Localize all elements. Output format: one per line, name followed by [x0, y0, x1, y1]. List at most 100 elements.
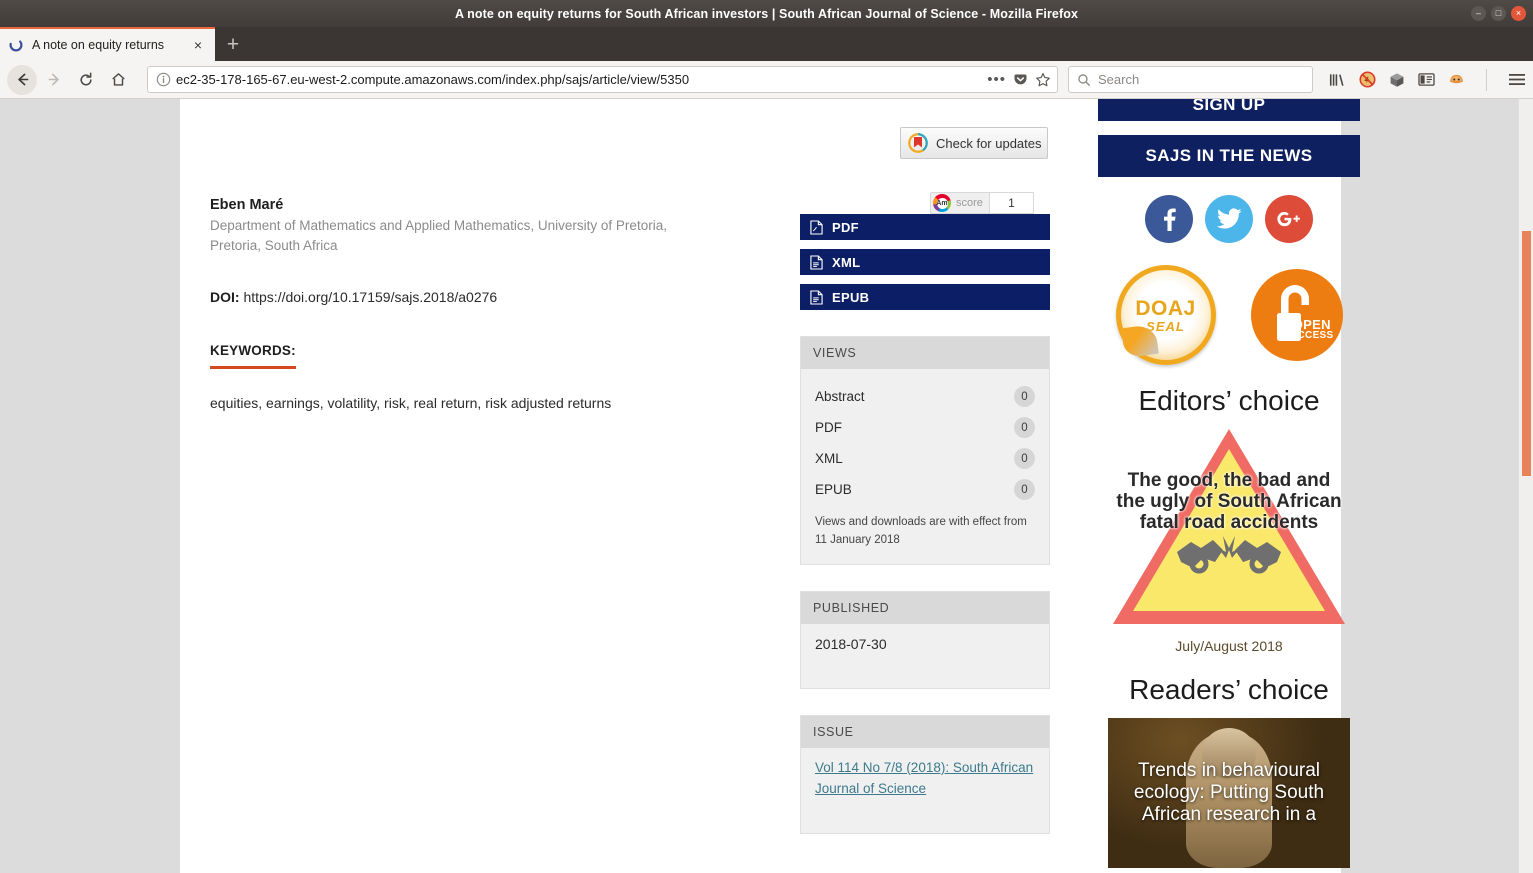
views-panel: VIEWS Abstract 0 PDF 0 XML — [800, 336, 1050, 565]
download-xml-label: XML — [832, 255, 860, 270]
article-side-column: Check for updates Am score 1 — [800, 99, 1050, 868]
issue-panel-heading: ISSUE — [801, 716, 1049, 748]
keywords-list: equities, earnings, volatility, risk, re… — [210, 395, 790, 411]
promo-sidebar: SIGN UP SAJS IN THE NEWS — [1098, 99, 1360, 868]
home-icon[interactable] — [103, 65, 133, 95]
window-titlebar: A note on equity returns for South Afric… — [0, 0, 1533, 27]
window-controls: – □ × — [1471, 0, 1526, 27]
editors-choice-title: Editors’ choice — [1098, 385, 1360, 417]
issue-panel: ISSUE Vol 114 No 7/8 (2018): South Afric… — [800, 715, 1050, 835]
article-main-column: Eben Maré Department of Mathematics and … — [210, 99, 790, 868]
search-input-placeholder: Search — [1098, 72, 1139, 87]
accreditation-badges: DOAJ SEAL OPEN ACCESS — [1098, 265, 1360, 365]
tab-close-icon[interactable]: × — [189, 36, 207, 54]
social-links — [1098, 195, 1360, 243]
window-title: A note on equity returns for South Afric… — [455, 7, 1078, 21]
altmetric-count: 1 — [990, 192, 1034, 214]
loading-spinner-icon — [8, 37, 24, 53]
scrollbar-thumb[interactable] — [1522, 231, 1531, 476]
page-viewport: Eben Maré Department of Mathematics and … — [0, 99, 1533, 873]
author-affiliation: Department of Mathematics and Applied Ma… — [210, 216, 670, 257]
browser-tab-active[interactable]: A note on equity returns × — [0, 27, 215, 61]
page-content: Eben Maré Department of Mathematics and … — [0, 99, 1518, 873]
download-xml-button[interactable]: XML — [800, 249, 1050, 275]
views-row-xml: XML 0 — [815, 443, 1035, 474]
doaj-seal-badge[interactable]: DOAJ SEAL — [1116, 265, 1216, 365]
doaj-seal-label: SEAL — [1146, 319, 1185, 334]
readers-choice-cover[interactable]: Trends in behavioural ecology: Putting S… — [1108, 718, 1350, 868]
views-row-abstract: Abstract 0 — [815, 381, 1035, 412]
sajs-in-the-news-button[interactable]: SAJS IN THE NEWS — [1098, 135, 1360, 177]
pdf-file-icon — [810, 220, 823, 235]
library-icon[interactable] — [1329, 72, 1346, 88]
views-row-label: EPUB — [815, 482, 852, 497]
author-name: Eben Maré — [210, 197, 790, 213]
pocket-icon[interactable] — [1013, 72, 1028, 87]
hamburger-menu-icon[interactable] — [1508, 72, 1526, 87]
editors-choice-cover[interactable]: The good, the bad and the ugly of South … — [1113, 429, 1345, 624]
xml-file-icon — [810, 255, 823, 270]
page-scrollbar[interactable] — [1518, 99, 1533, 873]
views-row-label: PDF — [815, 420, 842, 435]
download-epub-button[interactable]: EPUB — [800, 284, 1050, 310]
published-panel-heading: PUBLISHED — [801, 592, 1049, 624]
views-row-epub: EPUB 0 — [815, 474, 1035, 505]
doi-value[interactable]: https://doi.org/10.17159/sajs.2018/a0276 — [243, 289, 497, 305]
epub-file-icon — [810, 290, 823, 305]
open-access-badge[interactable]: OPEN ACCESS — [1251, 269, 1343, 361]
foxy-addon-icon[interactable] — [1448, 72, 1465, 87]
address-bar[interactable]: ec2-35-178-165-67.eu-west-2.compute.amaz… — [147, 66, 1058, 93]
container-cube-icon[interactable] — [1389, 72, 1405, 88]
close-button[interactable]: × — [1511, 6, 1526, 21]
forward-arrow-icon[interactable] — [39, 65, 69, 95]
bookmark-star-icon[interactable] — [1035, 72, 1051, 88]
doi-row: DOI: https://doi.org/10.17159/sajs.2018/… — [210, 289, 790, 305]
views-note: Views and downloads are with effect from… — [815, 514, 1035, 550]
check-for-updates-label: Check for updates — [936, 136, 1042, 151]
address-bar-actions: ••• — [981, 72, 1051, 88]
google-plus-icon[interactable] — [1265, 195, 1313, 243]
published-date: 2018-07-30 — [815, 630, 1035, 674]
views-panel-heading: VIEWS — [801, 337, 1049, 369]
sign-up-button[interactable]: SIGN UP — [1098, 99, 1360, 121]
crossmark-icon — [908, 133, 928, 153]
doi-label: DOI: — [210, 289, 240, 305]
views-row-count: 0 — [1014, 417, 1035, 438]
site-info-icon[interactable] — [154, 71, 172, 89]
download-pdf-label: PDF — [832, 220, 859, 235]
tab-strip: A note on equity returns × + — [0, 27, 1533, 61]
views-row-label: XML — [815, 451, 843, 466]
toolbar-icon-group — [1329, 69, 1526, 91]
twitter-icon[interactable] — [1205, 195, 1253, 243]
toolbar-separator — [1486, 69, 1487, 91]
editors-choice-cover-text: The good, the bad and the ugly of South … — [1113, 471, 1345, 534]
doaj-label: DOAJ — [1135, 297, 1195, 321]
views-row-label: Abstract — [815, 389, 865, 404]
views-row-pdf: PDF 0 — [815, 412, 1035, 443]
search-bar[interactable]: Search — [1068, 66, 1313, 93]
check-for-updates-button[interactable]: Check for updates — [900, 127, 1048, 159]
maximize-button[interactable]: □ — [1491, 6, 1506, 21]
altmetric-donut-icon: Am score — [930, 192, 990, 214]
altmetric-badge-text: Am — [936, 200, 947, 207]
article-container: Eben Maré Department of Mathematics and … — [180, 99, 1341, 873]
reload-icon[interactable] — [71, 65, 101, 95]
tab-title: A note on equity returns — [32, 38, 189, 52]
views-row-count: 0 — [1014, 479, 1035, 500]
no-script-icon[interactable] — [1359, 71, 1376, 88]
url-text: ec2-35-178-165-67.eu-west-2.compute.amaz… — [176, 72, 981, 87]
download-pdf-button[interactable]: PDF — [800, 214, 1050, 240]
minimize-button[interactable]: – — [1471, 6, 1486, 21]
sidebar-icon[interactable] — [1418, 72, 1435, 87]
page-actions-ellipsis-icon[interactable]: ••• — [987, 75, 1006, 85]
search-icon — [1077, 73, 1091, 87]
download-epub-label: EPUB — [832, 290, 869, 305]
facebook-icon[interactable] — [1145, 195, 1193, 243]
back-arrow-icon[interactable] — [7, 65, 37, 95]
altmetric-score-label: score — [956, 197, 983, 209]
navigation-toolbar: ec2-35-178-165-67.eu-west-2.compute.amaz… — [0, 61, 1533, 99]
altmetric-badge[interactable]: Am score 1 — [930, 192, 1050, 214]
keywords-section: KEYWORDS: equities, earnings, volatility… — [210, 305, 790, 411]
issue-link[interactable]: Vol 114 No 7/8 (2018): South African Jou… — [815, 754, 1035, 820]
new-tab-button[interactable]: + — [215, 27, 251, 61]
